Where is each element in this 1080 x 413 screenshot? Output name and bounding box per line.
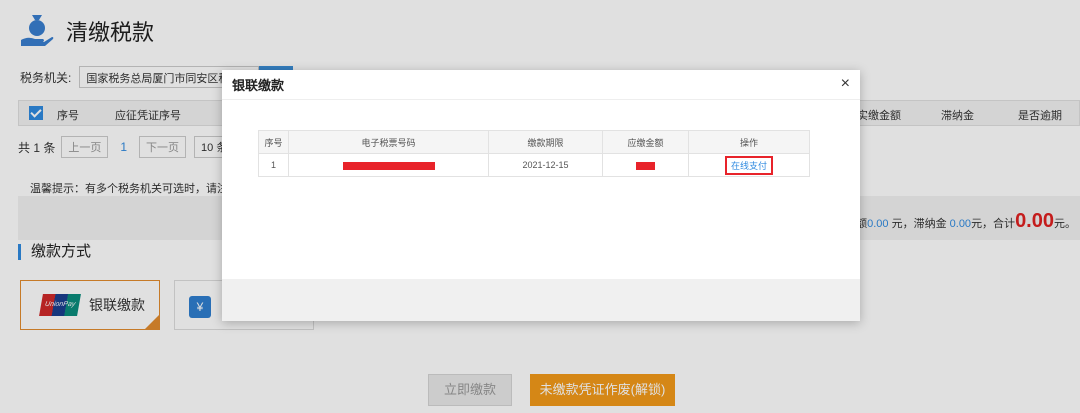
modal-title: 银联缴款	[232, 78, 285, 93]
online-pay-link[interactable]: 在线支付	[724, 155, 773, 175]
redaction-bar	[342, 161, 435, 170]
table-header-row: 序号 电子税票号码 缴款期限 应缴金额 操作	[258, 130, 810, 154]
cell-ticket-no	[288, 153, 489, 177]
modal-footer	[222, 279, 860, 321]
th-ticket-no: 电子税票号码	[288, 130, 489, 154]
cell-seq: 1	[258, 153, 289, 177]
tax-ticket-table: 序号 电子税票号码 缴款期限 应缴金额 操作 1 2021-12-15 在线支付	[258, 130, 810, 177]
th-seq: 序号	[258, 130, 289, 154]
unionpay-modal: 银联缴款 × 序号 电子税票号码 缴款期限 应缴金额 操作 1 2021-12-…	[222, 70, 860, 321]
table-row: 1 2021-12-15 在线支付	[258, 153, 810, 177]
th-deadline: 缴款期限	[488, 130, 603, 154]
redaction-bar	[636, 161, 655, 170]
cell-deadline: 2021-12-15	[488, 153, 603, 177]
th-amount: 应缴金额	[602, 130, 689, 154]
cell-action: 在线支付	[688, 153, 810, 177]
cell-amount	[602, 153, 689, 177]
modal-header: 银联缴款 ×	[222, 70, 860, 100]
close-icon[interactable]: ×	[841, 75, 850, 93]
th-action: 操作	[688, 130, 810, 154]
